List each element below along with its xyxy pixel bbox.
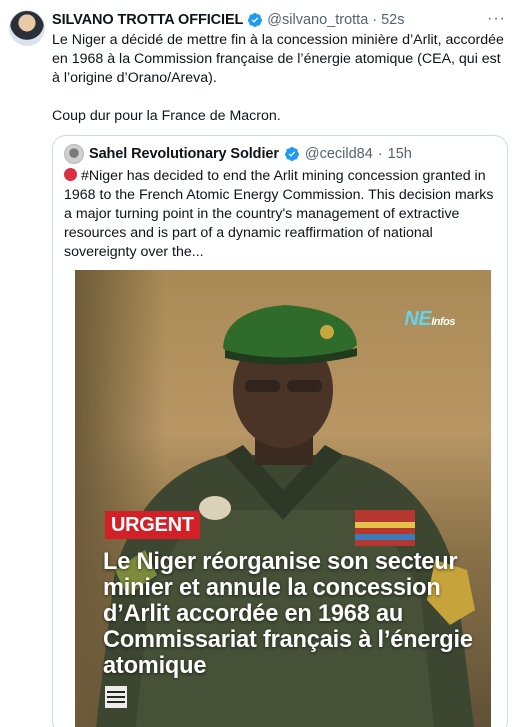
- quoted-avatar: [64, 144, 84, 164]
- verified-badge-icon: [248, 13, 263, 27]
- media-headline: Le Niger réorganise son secteur minier e…: [103, 549, 473, 679]
- author-name[interactable]: SILVANO TROTTA OFFICIEL: [52, 12, 243, 28]
- tweet-text: Le Niger a décidé de mettre fin à la con…: [52, 31, 508, 126]
- timestamp[interactable]: 52s: [381, 12, 404, 28]
- verified-badge-icon: [284, 147, 299, 161]
- quoted-tweet-header: Sahel Revolutionary Soldier @cecild84 · …: [64, 144, 412, 164]
- qr-code-icon: [105, 686, 127, 708]
- quoted-media-image[interactable]: NEInfos URGENT Le Niger réorganise son s…: [75, 270, 491, 727]
- urgent-badge: URGENT: [105, 511, 200, 539]
- tweet[interactable]: SILVANO TROTTA OFFICIEL @silvano_trotta …: [0, 0, 516, 727]
- separator-dot: ·: [377, 146, 383, 162]
- quoted-tweet[interactable]: Sahel Revolutionary Soldier @cecild84 · …: [52, 135, 508, 727]
- quoted-tweet-body: #Niger has decided to end the Arlit mini…: [64, 168, 494, 260]
- tweet-header: SILVANO TROTTA OFFICIEL @silvano_trotta …: [52, 10, 405, 30]
- tweet-text-paragraph-2: Coup dur pour la France de Macron.: [52, 108, 281, 124]
- news-logo: NEInfos: [404, 308, 455, 330]
- avatar[interactable]: [9, 10, 45, 46]
- quoted-author-handle: @cecild84: [304, 146, 373, 162]
- more-icon[interactable]: ···: [487, 10, 506, 28]
- quoted-timestamp: 15h: [387, 146, 412, 162]
- separator-dot: ·: [372, 12, 378, 28]
- quoted-tweet-text: #Niger has decided to end the Arlit mini…: [64, 167, 498, 262]
- quoted-author-name: Sahel Revolutionary Soldier: [89, 146, 279, 162]
- author-handle[interactable]: @silvano_trotta: [267, 12, 368, 28]
- tweet-text-paragraph-1: Le Niger a décidé de mettre fin à la con…: [52, 32, 504, 86]
- red-circle-icon: [64, 168, 77, 181]
